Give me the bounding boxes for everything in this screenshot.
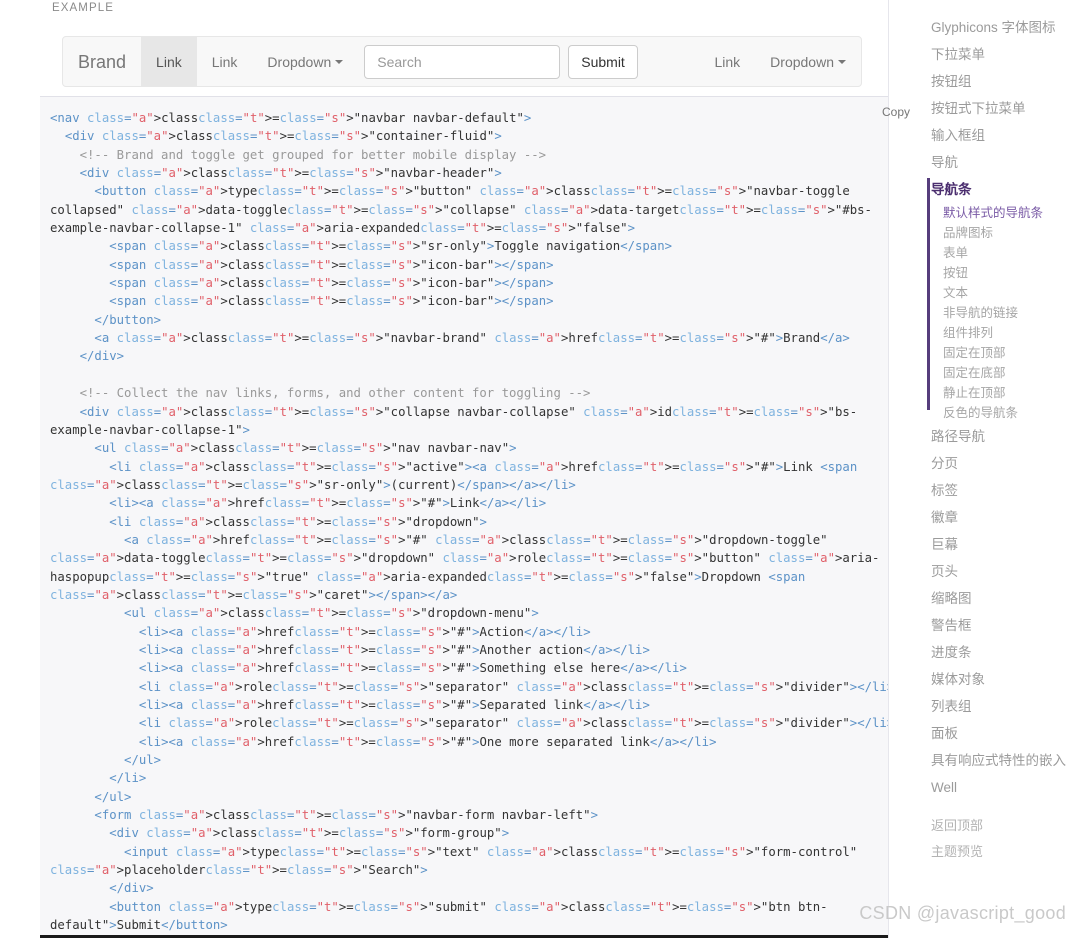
sidebar-divider: [889, 801, 1082, 813]
sidebar-item-14[interactable]: 固定在顶部: [889, 343, 1082, 363]
sidebar-item-2[interactable]: 按钮组: [889, 68, 1082, 95]
sidebar-item-9[interactable]: 表单: [889, 243, 1082, 263]
sidebar-item-27[interactable]: 媒体对象: [889, 666, 1082, 693]
code-highlight-block: Copy <nav class="a">classclass="t">=clas…: [40, 96, 928, 938]
sidebar-item-28[interactable]: 列表组: [889, 693, 1082, 720]
right-sidebar: Glyphicons 字体图标 下拉菜单 按钮组 按钮式下拉菜单 输入框组 导航 导航条 默认…: [888, 0, 1082, 938]
sidebar-item-19[interactable]: 分页: [889, 450, 1082, 477]
submit-button[interactable]: Submit: [568, 44, 638, 79]
navbar-link-2[interactable]: Link: [197, 37, 253, 86]
sidebar-item-5[interactable]: 导航: [889, 149, 1082, 176]
navbar-right-group: Link Dropdown: [699, 37, 861, 86]
caret-down-icon: [335, 59, 344, 64]
sidebar-item-30[interactable]: 具有响应式特性的嵌入: [889, 747, 1082, 774]
sidebar-item-15[interactable]: 固定在底部: [889, 363, 1082, 383]
code-source[interactable]: <nav class="a">classclass="t">=class="s"…: [40, 97, 928, 937]
sidebar-item-18[interactable]: 路径导航: [889, 423, 1082, 450]
bootstrap-example-container: Brand Link Link Dropdown Submit Link Dro…: [48, 22, 876, 101]
left-gutter: [0, 0, 40, 938]
sidebar-item-17[interactable]: 反色的导航条: [889, 403, 1082, 423]
main-content-column: EXAMPLE Brand Link Link Dropdown Submit …: [40, 0, 928, 938]
section-label: EXAMPLE: [52, 2, 115, 14]
navbar-dropdown-left[interactable]: Dropdown: [252, 37, 358, 86]
navbar-demo: Brand Link Link Dropdown Submit Link Dro…: [62, 36, 862, 87]
sidebar-item-10[interactable]: 按钮: [889, 263, 1082, 283]
navbar-link-1[interactable]: Link: [141, 37, 197, 86]
sidebar-item-3[interactable]: 按钮式下拉菜单: [889, 95, 1082, 122]
sidebar-item-0[interactable]: Glyphicons 字体图标: [889, 14, 1082, 41]
navbar-search-form: Submit: [358, 37, 638, 86]
sidebar-item-11[interactable]: 文本: [889, 283, 1082, 303]
sidebar-item-8[interactable]: 品牌图标: [889, 223, 1082, 243]
navbar-dropdown-left-label: Dropdown: [267, 53, 332, 70]
sidebar-item-20[interactable]: 标签: [889, 477, 1082, 504]
sidebar-item-6[interactable]: 导航条: [889, 176, 1082, 203]
sidebar-item-13[interactable]: 组件排列: [889, 323, 1082, 343]
sidebar-item-22[interactable]: 巨幕: [889, 531, 1082, 558]
navbar-dropdown-right[interactable]: Dropdown: [755, 37, 861, 86]
sidebar-item-21[interactable]: 徽章: [889, 504, 1082, 531]
copy-button[interactable]: Copy: [878, 103, 914, 121]
search-input[interactable]: [364, 44, 561, 79]
sidebar-item-25[interactable]: 警告框: [889, 612, 1082, 639]
sidebar-item-4[interactable]: 输入框组: [889, 122, 1082, 149]
page-root: EXAMPLE Brand Link Link Dropdown Submit …: [0, 0, 1082, 938]
navbar-brand[interactable]: Brand: [63, 37, 141, 86]
sidebar-item-16[interactable]: 静止在顶部: [889, 383, 1082, 403]
sidebar-footer-item-0[interactable]: 返回顶部: [889, 813, 1082, 839]
caret-down-icon: [838, 59, 846, 64]
sidebar-item-23[interactable]: 页头: [889, 558, 1082, 585]
sidebar-item-24[interactable]: 缩略图: [889, 585, 1082, 612]
navbar-dropdown-right-label: Dropdown: [770, 53, 834, 70]
sidebar-nav-list: Glyphicons 字体图标 下拉菜单 按钮组 按钮式下拉菜单 输入框组 导航 导航条 默认…: [889, 0, 1082, 865]
sidebar-item-31[interactable]: Well: [889, 774, 1082, 801]
sidebar-item-12[interactable]: 非导航的链接: [889, 303, 1082, 323]
sidebar-item-26[interactable]: 进度条: [889, 639, 1082, 666]
navbar-link-right[interactable]: Link: [699, 37, 755, 86]
sidebar-footer-item-1[interactable]: 主题预览: [889, 839, 1082, 865]
sidebar-item-29[interactable]: 面板: [889, 720, 1082, 747]
sidebar-item-1[interactable]: 下拉菜单: [889, 41, 1082, 68]
sidebar-item-7[interactable]: 默认样式的导航条: [889, 203, 1082, 223]
